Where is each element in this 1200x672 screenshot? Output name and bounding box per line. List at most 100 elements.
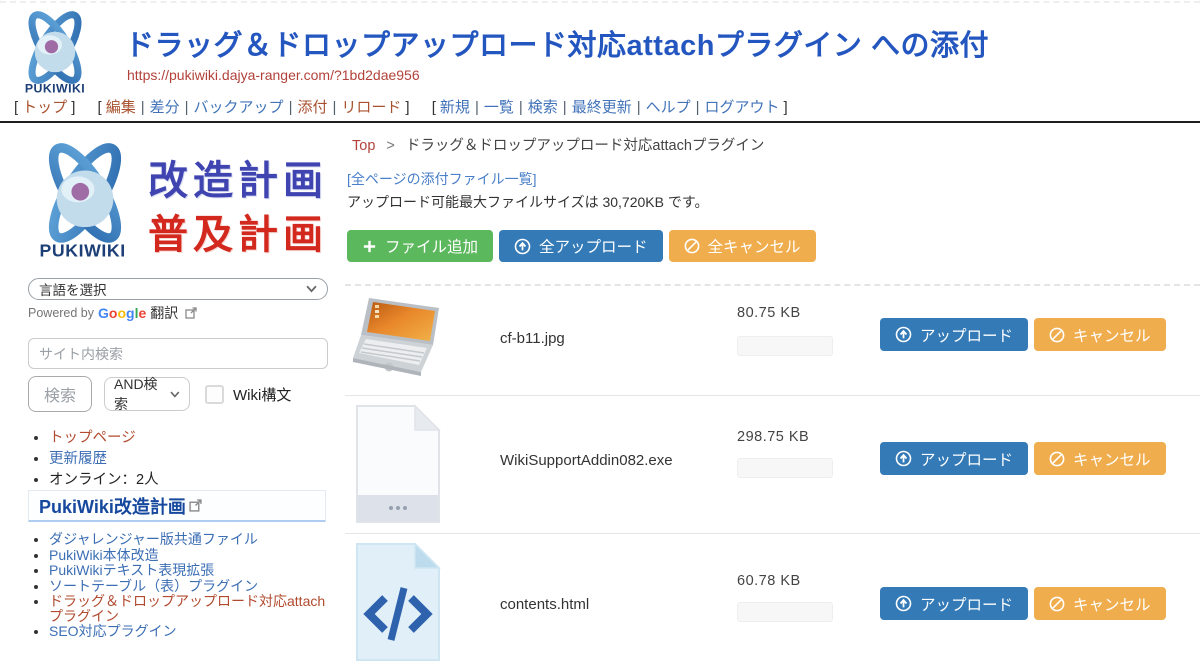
- chevron-down-icon: [306, 285, 317, 293]
- nav-group-2: [編集|差分|バックアップ|添付|リロード]: [94, 99, 414, 116]
- file-name: contents.html: [500, 596, 589, 613]
- nav-separator: |: [332, 99, 336, 116]
- nav-bracket: ]: [784, 99, 788, 116]
- upload-button[interactable]: アップロード: [880, 587, 1028, 620]
- pukiwiki-logo[interactable]: PUKIWIKI: [8, 8, 102, 96]
- nav-bracket: ]: [71, 99, 75, 116]
- search-mode-select[interactable]: AND検索: [104, 377, 190, 411]
- search-button[interactable]: 検索: [28, 376, 92, 412]
- nav-link-list[interactable]: 一覧: [484, 99, 514, 116]
- nav-link-attach[interactable]: 添付: [297, 99, 327, 116]
- list-item: ダジャレンジャー版共通ファイル: [49, 532, 330, 547]
- sidebar-link-text-ext[interactable]: PukiWikiテキスト表現拡張: [49, 562, 214, 578]
- svg-text:PUKIWIKI: PUKIWIKI: [39, 241, 125, 261]
- add-file-button[interactable]: ファイル追加: [347, 230, 493, 262]
- nav-separator: |: [289, 99, 293, 116]
- sidebar-link-body-mod[interactable]: PukiWiki本体改造: [49, 547, 159, 563]
- nav-separator: |: [475, 99, 479, 116]
- breadcrumb-home-link[interactable]: Top: [352, 138, 375, 154]
- cancel-all-label: 全キャンセル: [708, 235, 801, 257]
- file-actions: アップロード キャンセル: [880, 318, 1166, 351]
- file-actions: アップロード キャンセル: [880, 442, 1166, 475]
- sidebar-logo-line2: 普及計画: [148, 202, 328, 260]
- nav-link-recent[interactable]: 最終更新: [572, 99, 632, 116]
- language-select[interactable]: 言語を選択: [28, 278, 328, 300]
- external-link-icon: [185, 307, 197, 319]
- header-divider: [0, 121, 1200, 123]
- cancel-button[interactable]: キャンセル: [1034, 442, 1166, 475]
- cancel-label: キャンセル: [1073, 324, 1151, 346]
- upload-label: アップロード: [920, 324, 1013, 346]
- wiki-syntax-label: Wiki構文: [233, 384, 291, 405]
- file-drop-zone[interactable]: cf-b11.jpg 80.75 KB アップロード キャンセル: [345, 284, 1200, 672]
- file-row: contents.html 60.78 KB アップロード キャンセル: [345, 534, 1200, 672]
- max-upload-size-text: アップロード可能最大ファイルサイズは 30,720KB です。: [347, 192, 708, 212]
- upload-button[interactable]: アップロード: [880, 318, 1028, 351]
- sidebar-section-heading: PukiWiki改造計画: [28, 490, 326, 522]
- upload-all-button[interactable]: 全アップロード: [499, 230, 663, 262]
- file-row: WikiSupportAddin082.exe 298.75 KB アップロード…: [345, 396, 1200, 534]
- dropzone-top-dashed-border: [0, 1, 1200, 3]
- file-size: 80.75 KB: [737, 305, 801, 321]
- file-name: cf-b11.jpg: [500, 330, 565, 347]
- upload-label: アップロード: [920, 593, 1013, 615]
- cancel-label: キャンセル: [1073, 448, 1151, 470]
- nav-group-3: [新規|一覧|検索|最終更新|ヘルプ|ログアウト]: [428, 99, 792, 116]
- external-link-icon: [189, 499, 202, 512]
- list-item: PukiWikiテキスト表現拡張: [49, 563, 330, 578]
- file-size: 60.78 KB: [737, 573, 801, 589]
- breadcrumb-current: ドラッグ＆ドロップアップロード対応attachプラグイン: [406, 138, 765, 154]
- page-url: https://pukiwiki.dajya-ranger.com/?1bd2d…: [127, 67, 420, 83]
- bulk-action-buttons: ファイル追加 全アップロード 全キャンセル: [347, 230, 816, 262]
- nav-separator: |: [637, 99, 641, 116]
- nav-link-backup[interactable]: バックアップ: [194, 99, 284, 116]
- sidebar-link-sort-table[interactable]: ソートテーブル（表）プラグイン: [49, 578, 258, 594]
- sidebar-logo-line1: 改造計画: [148, 148, 328, 206]
- nav-separator: |: [141, 99, 145, 116]
- nav-link-reload[interactable]: リロード: [341, 99, 401, 116]
- cancel-button[interactable]: キャンセル: [1034, 587, 1166, 620]
- sidebar-link-seo-plugin[interactable]: SEO対応プラグイン: [49, 623, 177, 639]
- nav-link-search[interactable]: 検索: [528, 99, 558, 116]
- nav-link-help[interactable]: ヘルプ: [646, 99, 691, 116]
- laptop-photo-thumbnail: [353, 295, 447, 383]
- nav-link-logout[interactable]: ログアウト: [705, 99, 780, 116]
- nav-bracket: [: [98, 99, 102, 116]
- sidebar-quick-links: トップページ 更新履歴 オンライン：2人: [28, 430, 330, 493]
- breadcrumb-separator: >: [386, 138, 394, 154]
- cancel-circle-icon: [684, 238, 700, 254]
- nav-link-new[interactable]: 新規: [440, 99, 470, 116]
- upload-circle-icon: [895, 595, 912, 612]
- nav-link-diff[interactable]: 差分: [150, 99, 180, 116]
- cancel-button[interactable]: キャンセル: [1034, 318, 1166, 351]
- translate-link[interactable]: 翻訳: [150, 303, 178, 323]
- sidebar-link-update-history[interactable]: 更新履歴: [49, 451, 107, 467]
- nav-separator: |: [696, 99, 700, 116]
- sidebar-link-common-files[interactable]: ダジャレンジャー版共通ファイル: [49, 531, 258, 547]
- list-item: 更新履歴: [49, 451, 330, 468]
- nav-link-top[interactable]: トップ: [22, 99, 67, 116]
- site-search-input[interactable]: [28, 338, 328, 369]
- powered-by-text: Powered by: [28, 306, 94, 320]
- sidebar-link-dnd-attach[interactable]: ドラッグ＆ドロップアップロード対応attachプラグイン: [49, 593, 325, 624]
- upload-progress-bar: [737, 602, 833, 622]
- all-pages-attach-list-link[interactable]: [全ページの添付ファイル一覧]: [347, 169, 537, 189]
- cancel-circle-icon: [1049, 451, 1065, 467]
- nav-link-edit[interactable]: 編集: [106, 99, 136, 116]
- nav-bracket: ]: [405, 99, 409, 116]
- top-navigation: [トップ] [編集|差分|バックアップ|添付|リロード] [新規|一覧|検索|最…: [10, 96, 802, 117]
- list-item: SEO対応プラグイン: [49, 624, 330, 639]
- add-file-label: ファイル追加: [385, 235, 478, 257]
- sidebar-site-logo[interactable]: PUKIWIKI 改造計画 普及計画: [26, 136, 332, 264]
- sidebar-link-top-page[interactable]: トップページ: [49, 430, 136, 446]
- list-item: ソートテーブル（表）プラグイン: [49, 579, 330, 594]
- cancel-all-button[interactable]: 全キャンセル: [669, 230, 816, 262]
- pukiwiki-kaizou-link[interactable]: PukiWiki改造計画: [39, 493, 186, 519]
- upload-button[interactable]: アップロード: [880, 442, 1028, 475]
- list-item: オンライン：2人: [49, 472, 330, 489]
- nav-group-1: [トップ]: [10, 99, 79, 116]
- atom-logo-icon: PUKIWIKI: [8, 8, 102, 96]
- wiki-syntax-checkbox[interactable]: [205, 385, 224, 404]
- atom-logo-icon: PUKIWIKI: [26, 136, 144, 264]
- upload-circle-icon: [895, 450, 912, 467]
